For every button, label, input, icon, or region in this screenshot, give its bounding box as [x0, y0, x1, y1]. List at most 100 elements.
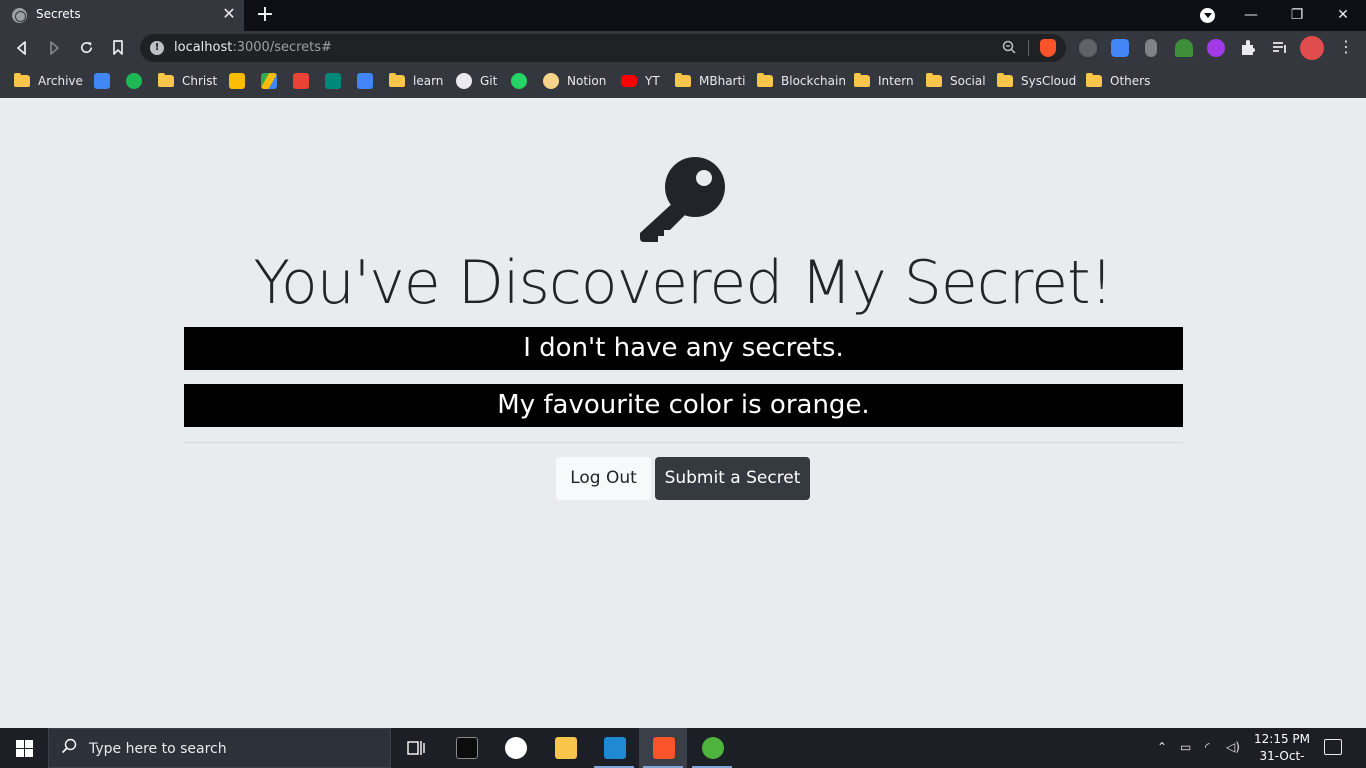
bookmark-label: Intern: [878, 74, 914, 88]
bookmark-label: SysCloud: [1021, 74, 1077, 88]
taskbar-app-w[interactable]: [491, 728, 539, 768]
tab-close-icon[interactable]: ✕: [220, 5, 238, 23]
restore-button[interactable]: ❐: [1274, 0, 1320, 31]
bookmark-git[interactable]: Git: [456, 72, 497, 90]
divider: [184, 442, 1183, 443]
taskbar-search-box[interactable]: Type here to search: [48, 728, 391, 768]
address-bar[interactable]: ! localhost:3000/secrets#: [140, 34, 1066, 62]
youtube-icon: [621, 75, 637, 87]
bookmark-label: Christ: [182, 74, 218, 88]
secret-text: My favourite color is orange.: [184, 384, 1183, 427]
browser-tab[interactable]: Secrets ✕: [0, 0, 244, 31]
profile-avatar[interactable]: [1300, 36, 1324, 60]
folder-icon: [997, 73, 1013, 87]
taskbar-brave[interactable]: [639, 728, 687, 768]
page-title: You've Discovered My Secret!: [253, 248, 1113, 318]
google-translate-icon[interactable]: [1111, 39, 1129, 57]
bookmark-others[interactable]: Others: [1086, 72, 1150, 90]
task-view-icon: [407, 741, 425, 755]
key-icon: [640, 157, 725, 242]
new-tab-button[interactable]: +: [254, 3, 276, 27]
google-forms-icon: [94, 73, 110, 89]
notification-center-icon[interactable]: [1324, 739, 1342, 755]
bookmark-yt[interactable]: YT: [621, 72, 660, 90]
extensions-puzzle-icon[interactable]: [1239, 39, 1257, 57]
bookmark-social[interactable]: Social: [926, 72, 986, 90]
whatsapp-icon: [511, 73, 527, 89]
bookmark-mbharti[interactable]: MBharti: [675, 72, 746, 90]
windows-start-icon[interactable]: [16, 740, 33, 757]
purple-extension-icon[interactable]: [1207, 39, 1225, 57]
media-queue-icon[interactable]: [1271, 39, 1289, 57]
back-icon[interactable]: [11, 37, 33, 59]
folder-icon: [675, 73, 691, 87]
wifi-icon[interactable]: ◜: [1205, 740, 1210, 754]
bookmark-blockchain[interactable]: Blockchain: [757, 72, 846, 90]
bookmark-gmail[interactable]: [293, 72, 317, 90]
tree-extension-icon[interactable]: [1175, 39, 1193, 57]
bookmark-notion[interactable]: Notion: [543, 72, 606, 90]
forward-icon[interactable]: [43, 37, 65, 59]
brave-shields-icon[interactable]: [1040, 39, 1056, 57]
bookmark-label: Git: [480, 74, 498, 88]
secret-text: I don't have any secrets.: [184, 327, 1183, 370]
browser-menu-icon[interactable]: ⋮: [1338, 37, 1354, 56]
bookmark-syscloud[interactable]: SysCloud: [997, 72, 1076, 90]
google-calendar-icon: [357, 73, 373, 89]
bookmark-icon[interactable]: [107, 37, 129, 59]
taskbar-clock[interactable]: 12:15 PM 31-Oct-21: [1252, 731, 1312, 768]
taskbar-vscode[interactable]: [590, 728, 638, 768]
bookmark-google-forms[interactable]: [94, 72, 118, 90]
taskbar-terminal[interactable]: [442, 728, 490, 768]
folder-icon: [158, 73, 174, 87]
bookmark-label: YT: [645, 74, 660, 88]
volume-icon[interactable]: ◁): [1226, 740, 1240, 754]
url-path: :3000/secrets#: [232, 40, 332, 55]
page-content: You've Discovered My Secret! I don't hav…: [0, 98, 1366, 728]
url-text: localhost:3000/secrets#: [174, 40, 332, 55]
folder-icon: [757, 73, 773, 87]
google-drive-icon: [261, 73, 277, 89]
windows-taskbar: Type here to search ⌃ ▭ ◜ ◁) 12:15 PM 31…: [0, 728, 1366, 768]
folder-icon: [926, 73, 942, 87]
site-info-icon[interactable]: !: [150, 41, 164, 55]
zoom-icon[interactable]: [1002, 40, 1016, 58]
search-placeholder: Type here to search: [89, 741, 227, 757]
omnibox-separator: [1028, 40, 1029, 56]
bookmark-google-meet[interactable]: [325, 72, 349, 90]
tray-overflow-icon[interactable]: ⌃: [1157, 740, 1167, 754]
bookmark-google-calendar[interactable]: [357, 72, 381, 90]
bookmark-whatsapp[interactable]: [511, 72, 535, 90]
terminal-icon: [456, 737, 478, 759]
bookmarks-bar: Archive Christ learn Git Notion YT MBhar…: [0, 65, 1366, 98]
taskbar-mongodb-compass[interactable]: [688, 728, 736, 768]
reload-icon[interactable]: [75, 37, 97, 59]
minimize-button[interactable]: —: [1228, 0, 1274, 31]
bookmark-christ[interactable]: Christ: [158, 72, 217, 90]
notion-icon: [543, 73, 559, 89]
browser-toolbar: ! localhost:3000/secrets# ⋮: [0, 31, 1366, 65]
bookmark-archive[interactable]: Archive: [14, 72, 83, 90]
folder-icon: [389, 73, 405, 87]
bookmark-spotify[interactable]: [126, 72, 150, 90]
bookmark-learn[interactable]: learn: [389, 72, 443, 90]
logout-button[interactable]: Log Out: [556, 457, 651, 500]
bookmark-google-classroom[interactable]: [229, 72, 253, 90]
file-explorer-icon: [555, 737, 577, 759]
battery-icon[interactable]: ▭: [1180, 740, 1191, 754]
close-window-button[interactable]: ✕: [1320, 0, 1366, 31]
extension-spy-icon[interactable]: [1079, 39, 1097, 57]
tab-search-dropdown-icon[interactable]: [1200, 8, 1215, 23]
bookmark-google-drive[interactable]: [261, 72, 285, 90]
submit-secret-button[interactable]: Submit a Secret: [655, 457, 810, 500]
bookmark-intern[interactable]: Intern: [854, 72, 914, 90]
gmail-icon: [293, 73, 309, 89]
spotify-icon: [126, 73, 142, 89]
bookmark-label: learn: [413, 74, 444, 88]
taskbar-file-explorer[interactable]: [541, 728, 589, 768]
task-view-button[interactable]: [392, 728, 440, 768]
extension-gray-icon[interactable]: [1145, 39, 1157, 57]
tab-title: Secrets: [36, 7, 81, 21]
globe-icon: [12, 8, 27, 23]
bookmark-label: Others: [1110, 74, 1151, 88]
